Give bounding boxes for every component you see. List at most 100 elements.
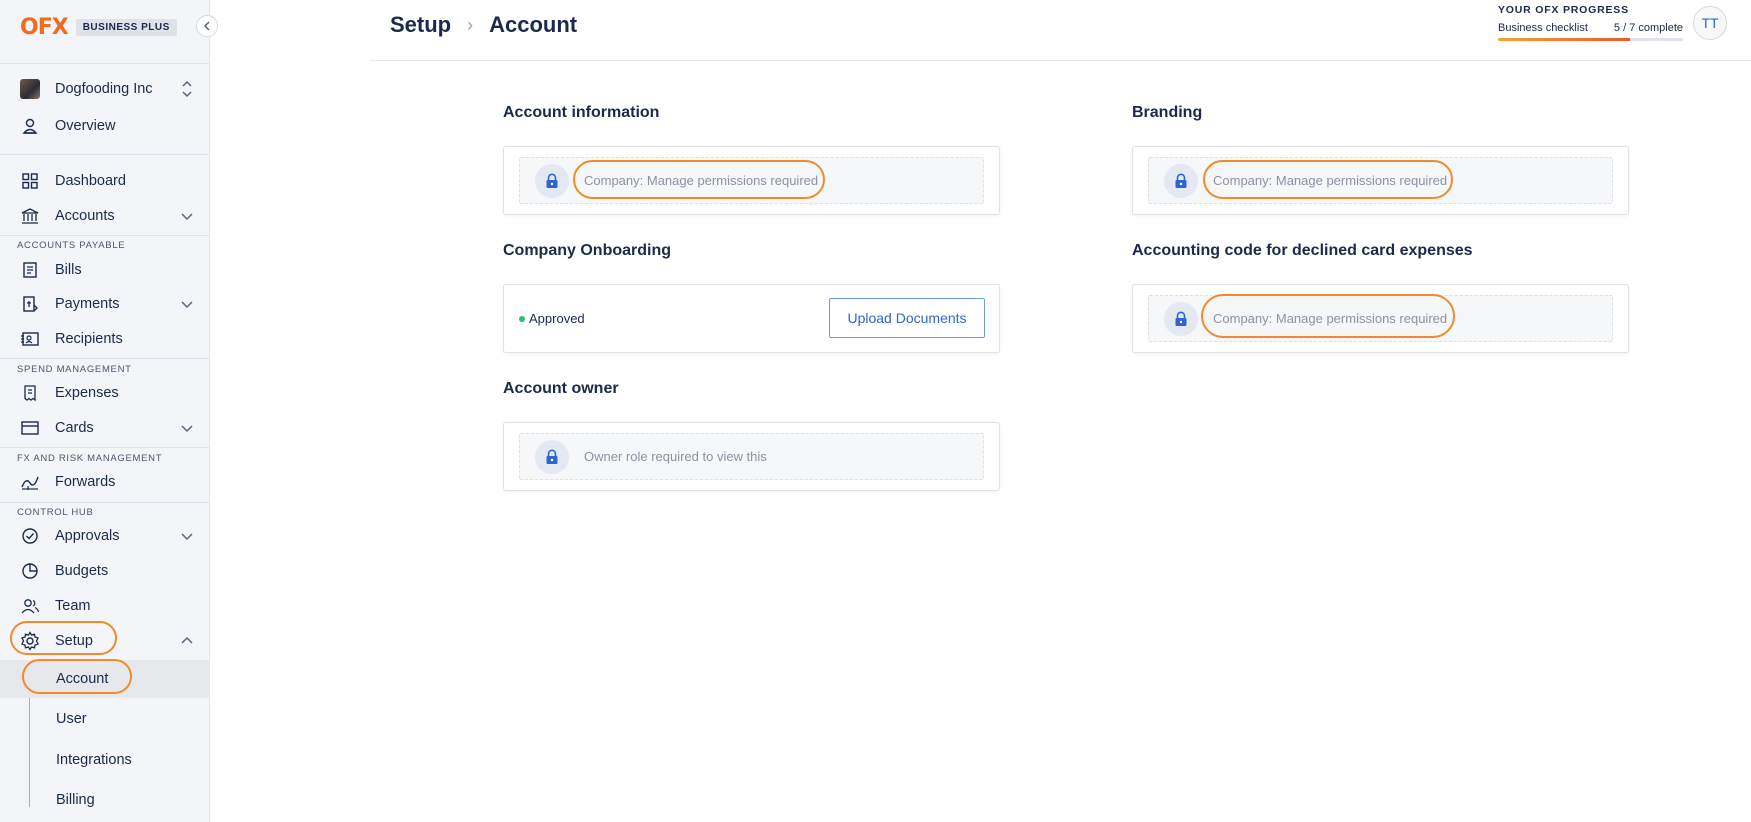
section-title-account-information: Account information [503, 104, 660, 121]
team-icon [21, 599, 40, 614]
sidebar-item-label: Cards [55, 420, 94, 436]
divider [0, 447, 210, 448]
lock-icon [1175, 311, 1187, 326]
ofx-logo[interactable]: OFX [20, 15, 69, 40]
sidebar-item-label: Team [55, 598, 91, 614]
sidebar-subitem-integrations[interactable]: Integrations [0, 741, 210, 779]
page-title: Account [489, 12, 578, 37]
chevron-up-icon [181, 636, 193, 644]
locked-panel: Company: Manage permissions required [1148, 157, 1613, 204]
sidebar-item-label: Bills [55, 262, 82, 278]
sidebar-item-label: Budgets [55, 563, 109, 579]
sidebar-item-bills[interactable]: Bills [0, 254, 210, 286]
sidebar-item-label: Forwards [55, 474, 116, 490]
payment-icon [23, 296, 38, 312]
divider [0, 154, 210, 155]
check-circle-icon [22, 528, 38, 544]
expense-receipt-icon [24, 385, 36, 402]
sidebar-subitem-account[interactable]: Account [0, 660, 210, 698]
sidebar-item-overview[interactable]: Overview [0, 110, 210, 142]
sidebar-item-accounts[interactable]: Accounts [0, 200, 210, 232]
sidebar-item-cards[interactable]: Cards [0, 412, 210, 444]
sidebar-item-label: Expenses [55, 385, 119, 401]
company-onboarding-card: Approved Upload Documents [503, 284, 1000, 353]
sidebar-item-label: Setup [55, 633, 93, 649]
breadcrumb: Setup › Account [390, 12, 577, 38]
sidebar-item-setup[interactable]: Setup [0, 625, 210, 657]
section-title-company-onboarding: Company Onboarding [503, 242, 671, 259]
upload-documents-button[interactable]: Upload Documents [829, 298, 985, 338]
permission-message: Company: Manage permissions required [1213, 311, 1448, 326]
divider [0, 358, 210, 359]
chevron-up-down-icon[interactable] [180, 80, 194, 98]
status-dot [519, 315, 525, 322]
credit-card-icon [21, 421, 39, 435]
section-label-fx-risk: FX AND RISK MANAGEMENT [17, 453, 163, 464]
sidebar-subitem-user[interactable]: User [0, 700, 210, 738]
contact-card-icon [21, 332, 39, 346]
brand: OFX BUSINESS PLUS [20, 14, 177, 40]
plan-badge: BUSINESS PLUS [75, 18, 177, 36]
gear-icon [21, 631, 39, 651]
sidebar-item-payments[interactable]: Payments [0, 288, 210, 320]
sidebar-item-label: Overview [55, 118, 116, 134]
sidebar-item-label: Accounts [55, 208, 115, 224]
locked-panel: Company: Manage permissions required [519, 157, 984, 204]
person-pin-icon [22, 118, 38, 134]
sidebar-item-label: User [56, 711, 87, 727]
progress-title: YOUR OFX PROGRESS [1498, 4, 1629, 16]
sidebar-item-label: Integrations [56, 752, 132, 768]
section-title-branding: Branding [1132, 104, 1203, 121]
chevron-down-icon [181, 533, 193, 541]
company-name: Dogfooding Inc [55, 81, 153, 97]
status-text: Approved [529, 311, 585, 326]
page-header: Setup › Account YOUR OFX PROGRESS Busine… [370, 0, 1751, 61]
section-title-accounting-code: Accounting code for declined card expens… [1132, 242, 1473, 259]
locked-panel: Owner role required to view this [519, 433, 984, 480]
breadcrumb-setup[interactable]: Setup [390, 12, 451, 38]
section-label-spend-management: SPEND MANAGEMENT [17, 364, 132, 375]
sidebar-item-label: Payments [55, 296, 120, 312]
company-switcher[interactable]: Dogfooding Inc [0, 73, 210, 105]
sidebar-item-expenses[interactable]: Expenses [0, 377, 210, 409]
sidebar-item-budgets[interactable]: Budgets [0, 555, 210, 587]
chevron-right-icon: › [467, 14, 474, 35]
user-avatar[interactable]: TT [1693, 6, 1727, 40]
sidebar-item-dashboard[interactable]: Dashboard [0, 165, 210, 197]
grid-icon [22, 173, 38, 189]
lock-icon [546, 173, 558, 188]
company-avatar [20, 79, 40, 99]
locked-panel: Company: Manage permissions required [1148, 295, 1613, 342]
sidebar-item-label: Account [56, 671, 109, 687]
permission-message: Company: Manage permissions required [584, 173, 819, 188]
progress-label: Business checklist [1498, 22, 1588, 34]
divider [0, 63, 210, 64]
account-information-card: Company: Manage permissions required [503, 146, 1000, 215]
forwards-chart-icon [21, 476, 39, 490]
chevron-down-icon [181, 213, 193, 221]
divider [0, 235, 210, 236]
progress-bar-fill [1498, 38, 1631, 41]
chevron-left-icon [203, 21, 210, 31]
sidebar-item-forwards[interactable]: Forwards [0, 466, 210, 498]
lock-icon [546, 449, 558, 464]
sidebar-item-label: Billing [56, 792, 95, 808]
section-label-accounts-payable: ACCOUNTS PAYABLE [17, 240, 126, 251]
ofx-progress[interactable]: YOUR OFX PROGRESS Business checklist 5 /… [1498, 4, 1683, 41]
section-title-account-owner: Account owner [503, 380, 619, 397]
status-badge: Approved [519, 311, 585, 326]
sidebar-item-label: Dashboard [55, 173, 126, 189]
divider [0, 502, 210, 503]
branding-card: Company: Manage permissions required [1132, 146, 1629, 215]
pie-chart-icon [22, 563, 38, 579]
progress-bar [1498, 38, 1683, 41]
sidebar-subitem-billing[interactable]: Billing [0, 781, 210, 819]
sidebar: OFX BUSINESS PLUS Dogfooding Inc Overvie… [0, 0, 210, 822]
receipt-icon [23, 262, 37, 278]
sidebar-item-recipients[interactable]: Recipients [0, 323, 210, 355]
sidebar-item-label: Approvals [55, 528, 120, 544]
bank-icon [21, 208, 39, 224]
sidebar-item-approvals[interactable]: Approvals [0, 520, 210, 552]
collapse-sidebar-button[interactable] [196, 15, 218, 37]
sidebar-item-team[interactable]: Team [0, 590, 210, 622]
